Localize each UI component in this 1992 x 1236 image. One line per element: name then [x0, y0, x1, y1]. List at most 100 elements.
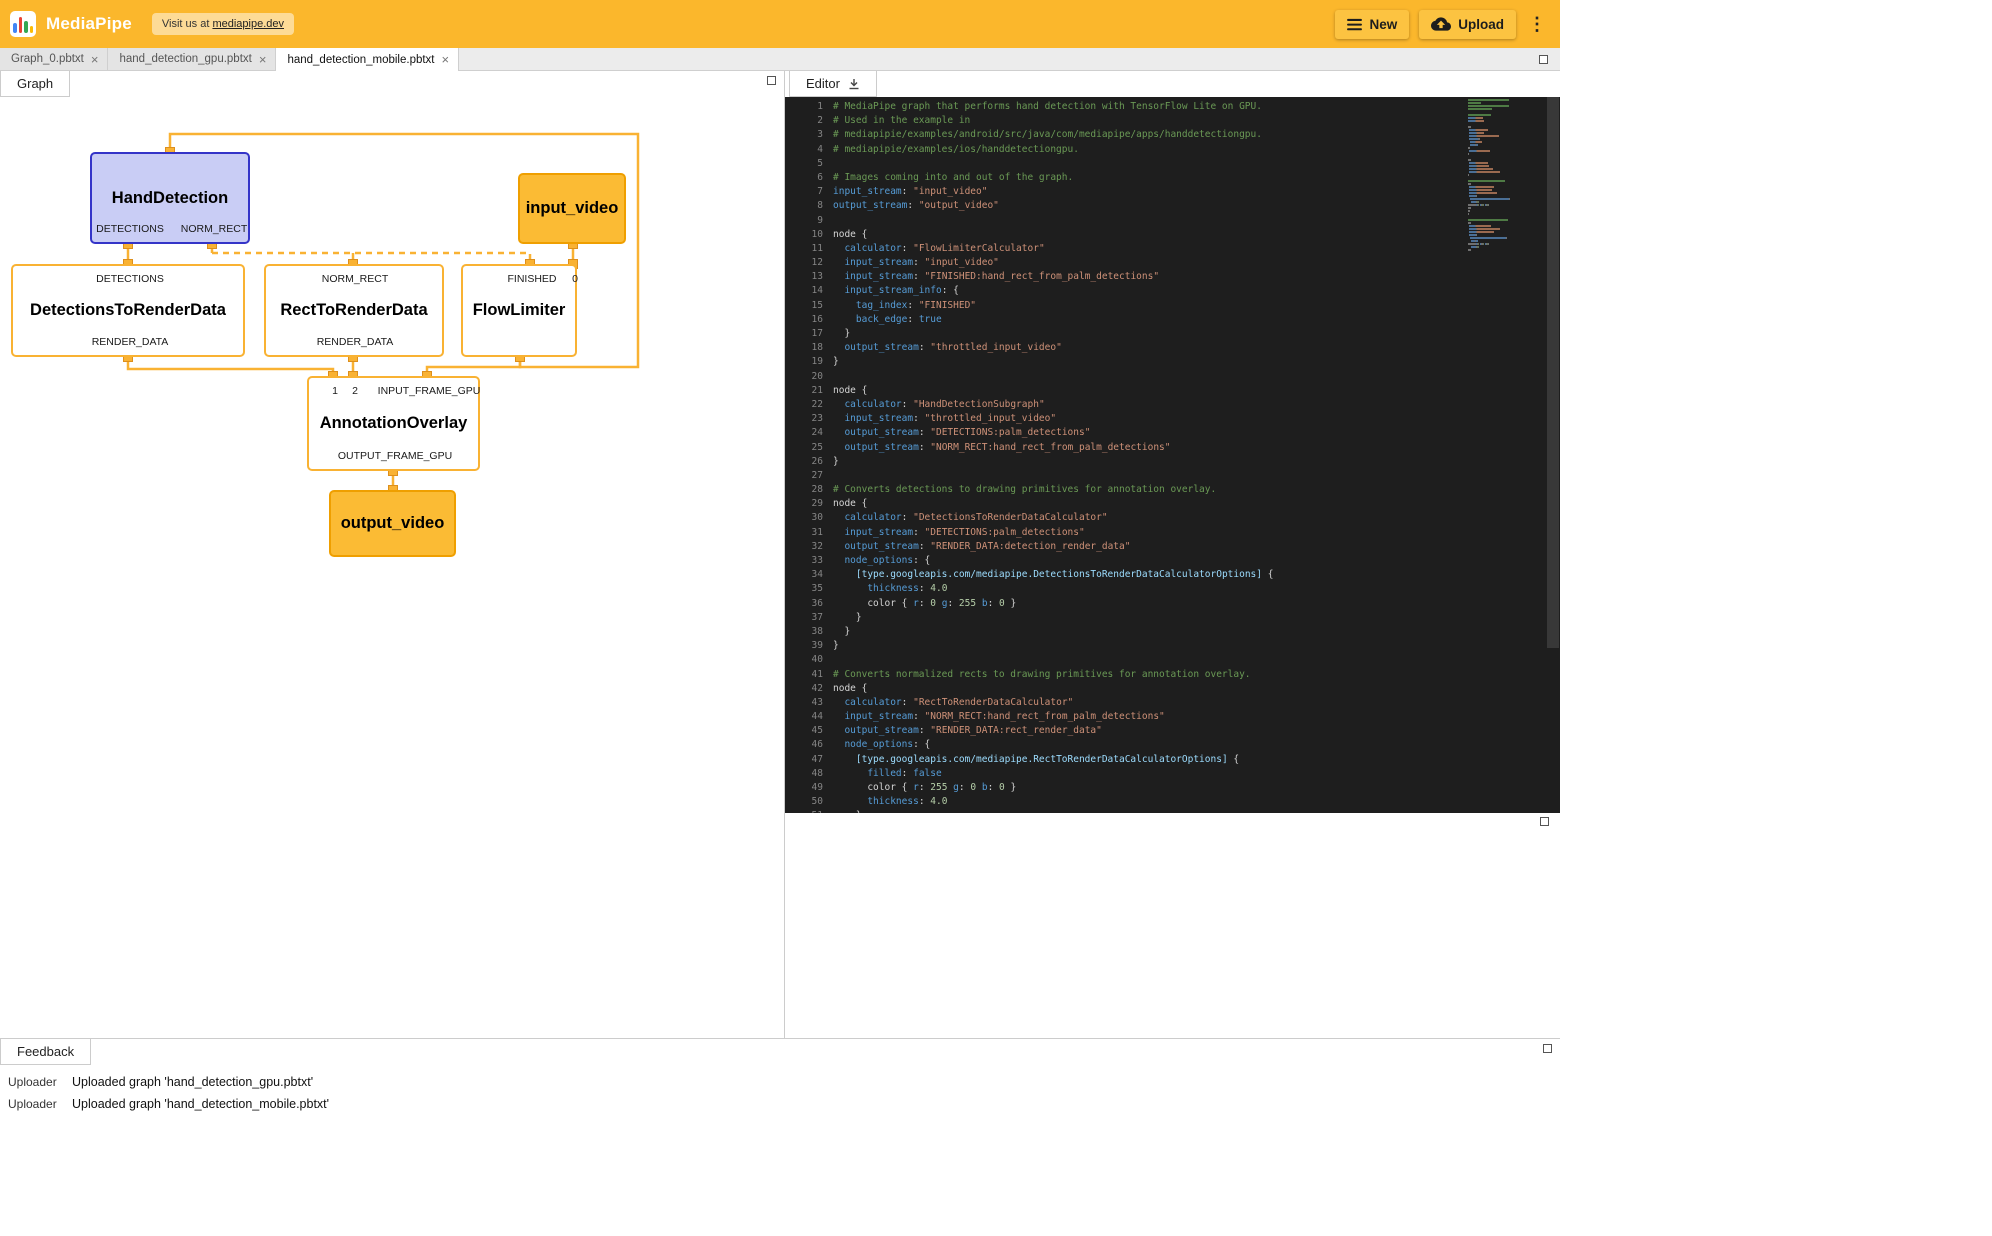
code-line[interactable]: 30 calculator: "DetectionsToRenderDataCa…	[785, 511, 1560, 525]
code-line[interactable]: 38 }	[785, 625, 1560, 639]
code-line[interactable]: 12 input_stream: "input_video"	[785, 256, 1560, 270]
graph-node-input_video[interactable]: input_video	[518, 173, 626, 244]
graph-node-RectToRenderData[interactable]: NORM_RECTRectToRenderDataRENDER_DATA	[264, 264, 444, 357]
code-token: :	[902, 768, 913, 779]
code-line[interactable]: 29node {	[785, 497, 1560, 511]
graph-node-HandDetection[interactable]: HandDetectionDETECTIONSNORM_RECT	[90, 152, 250, 244]
code-line[interactable]: 25 output_stream: "NORM_RECT:hand_rect_f…	[785, 441, 1560, 455]
file-tab[interactable]: Graph_0.pbtxt×	[0, 48, 108, 70]
kebab-menu-icon[interactable]: ⋮	[1526, 14, 1550, 35]
code-line[interactable]: 22 calculator: "HandDetectionSubgraph"	[785, 398, 1560, 412]
code-line[interactable]: 2# Used in the example in	[785, 114, 1560, 128]
code-line[interactable]: 40	[785, 653, 1560, 667]
code-editor[interactable]: 1# MediaPipe graph that performs hand de…	[785, 97, 1560, 813]
close-icon[interactable]: ×	[442, 53, 450, 66]
visit-chip[interactable]: Visit us at mediapipe.dev	[152, 13, 294, 35]
code-token: thickness	[867, 583, 918, 594]
graph-edge	[212, 253, 530, 264]
code-line[interactable]: 7input_stream: "input_video"	[785, 185, 1560, 199]
code-line[interactable]: 5	[785, 157, 1560, 171]
code-line[interactable]: 6# Images coming into and out of the gra…	[785, 171, 1560, 185]
graph-node-FlowLimiter[interactable]: FINISHED0FlowLimiter	[461, 264, 577, 357]
upload-button[interactable]: Upload	[1419, 10, 1516, 39]
code-line[interactable]: 45 output_stream: "RENDER_DATA:rect_rend…	[785, 724, 1560, 738]
code-line[interactable]: 24 output_stream: "DETECTIONS:palm_detec…	[785, 426, 1560, 440]
code-line[interactable]: 23 input_stream: "throttled_input_video"	[785, 412, 1560, 426]
editor-scrollbar[interactable]	[1546, 97, 1560, 813]
graph-panel-tab[interactable]: Graph	[0, 71, 70, 97]
code-line[interactable]: 9	[785, 214, 1560, 228]
minimap-token	[1469, 234, 1476, 236]
code-token	[833, 257, 844, 268]
file-tab[interactable]: hand_detection_mobile.pbtxt×	[276, 48, 459, 71]
code-line[interactable]: 15 tag_index: "FINISHED"	[785, 299, 1560, 313]
file-tab[interactable]: hand_detection_gpu.pbtxt×	[108, 48, 276, 70]
minimap-line	[1468, 240, 1512, 242]
code-token	[833, 300, 856, 311]
code-token: # Used in the example in	[833, 115, 970, 126]
graph-node-DetectionsToRenderData[interactable]: DETECTIONSDetectionsToRenderDataRENDER_D…	[11, 264, 245, 357]
minimap-token	[1468, 153, 1469, 155]
code-line[interactable]: 41# Converts normalized rects to drawing…	[785, 668, 1560, 682]
graph-node-AnnotationOverlay[interactable]: 12INPUT_FRAME_GPUAnnotationOverlayOUTPUT…	[307, 376, 480, 471]
window-expand-icon[interactable]	[1539, 55, 1548, 64]
feedback-panel-tab[interactable]: Feedback	[0, 1039, 91, 1065]
graph-node-output_video[interactable]: output_video	[329, 490, 456, 557]
code-line[interactable]: 42node {	[785, 682, 1560, 696]
editor-panel-tab[interactable]: Editor	[789, 71, 877, 97]
code-text: [type.googleapis.com/mediapipe.RectToRen…	[833, 753, 1239, 767]
code-token: }	[833, 356, 839, 367]
code-line[interactable]: 11 calculator: "FlowLimiterCalculator"	[785, 242, 1560, 256]
editor-minimap[interactable]	[1468, 99, 1512, 252]
code-line[interactable]: 27	[785, 469, 1560, 483]
feedback-expand-icon[interactable]	[1543, 1044, 1552, 1053]
graph-canvas[interactable]: HandDetectionDETECTIONSNORM_RECT input_vi…	[0, 97, 784, 1038]
code-line[interactable]: 46 node_options: {	[785, 738, 1560, 752]
code-line[interactable]: 14 input_stream_info: {	[785, 284, 1560, 298]
code-line[interactable]: 33 node_options: {	[785, 554, 1560, 568]
download-icon[interactable]	[848, 78, 860, 90]
code-line[interactable]: 44 input_stream: "NORM_RECT:hand_rect_fr…	[785, 710, 1560, 724]
code-line[interactable]: 31 input_stream: "DETECTIONS:palm_detect…	[785, 526, 1560, 540]
code-line[interactable]: 13 input_stream: "FINISHED:hand_rect_fro…	[785, 270, 1560, 284]
graph-expand-icon[interactable]	[767, 76, 776, 85]
minimap-token	[1476, 225, 1491, 227]
close-icon[interactable]: ×	[91, 53, 99, 66]
code-token: :	[919, 442, 930, 453]
code-line[interactable]: 18 output_stream: "throttled_input_video…	[785, 341, 1560, 355]
code-line[interactable]: 36 color { r: 0 g: 255 b: 0 }	[785, 597, 1560, 611]
code-token: node {	[833, 229, 867, 240]
code-line[interactable]: 4# mediapipie/examples/ios/handdetection…	[785, 143, 1560, 157]
code-line[interactable]: 49 color { r: 255 g: 0 b: 0 }	[785, 781, 1560, 795]
code-line[interactable]: 21node {	[785, 384, 1560, 398]
line-number: 26	[785, 455, 823, 469]
code-line[interactable]: 39}	[785, 639, 1560, 653]
code-line[interactable]: 35 thickness: 4.0	[785, 582, 1560, 596]
code-line[interactable]: 28# Converts detections to drawing primi…	[785, 483, 1560, 497]
code-line[interactable]: 19}	[785, 355, 1560, 369]
minimap-token	[1468, 222, 1471, 224]
code-line[interactable]: 43 calculator: "RectToRenderDataCalculat…	[785, 696, 1560, 710]
code-line[interactable]: 20	[785, 370, 1560, 384]
code-line[interactable]: 37 }	[785, 611, 1560, 625]
code-line[interactable]: 50 thickness: 4.0	[785, 795, 1560, 809]
minimap-token	[1468, 108, 1492, 110]
minimap-token	[1476, 141, 1482, 143]
close-icon[interactable]: ×	[259, 53, 267, 66]
editor-expand-icon[interactable]	[1540, 817, 1549, 826]
code-line[interactable]: 47 [type.googleapis.com/mediapipe.RectTo…	[785, 753, 1560, 767]
code-line[interactable]: 16 back_edge: true	[785, 313, 1560, 327]
code-line[interactable]: 10node {	[785, 228, 1560, 242]
new-button[interactable]: New	[1335, 10, 1409, 39]
scrollbar-thumb[interactable]	[1547, 97, 1559, 648]
code-line[interactable]: 3# mediapipie/examples/android/src/java/…	[785, 128, 1560, 142]
code-line[interactable]: 8output_stream: "output_video"	[785, 199, 1560, 213]
code-line[interactable]: 1# MediaPipe graph that performs hand de…	[785, 100, 1560, 114]
code-line[interactable]: 32 output_stream: "RENDER_DATA:detection…	[785, 540, 1560, 554]
code-line[interactable]: 48 filled: false	[785, 767, 1560, 781]
code-token: "FINISHED"	[919, 300, 976, 311]
code-line[interactable]: 34 [type.googleapis.com/mediapipe.Detect…	[785, 568, 1560, 582]
code-line[interactable]: 26}	[785, 455, 1560, 469]
mediapipe-dev-link[interactable]: mediapipe.dev	[212, 18, 284, 30]
code-line[interactable]: 17 }	[785, 327, 1560, 341]
